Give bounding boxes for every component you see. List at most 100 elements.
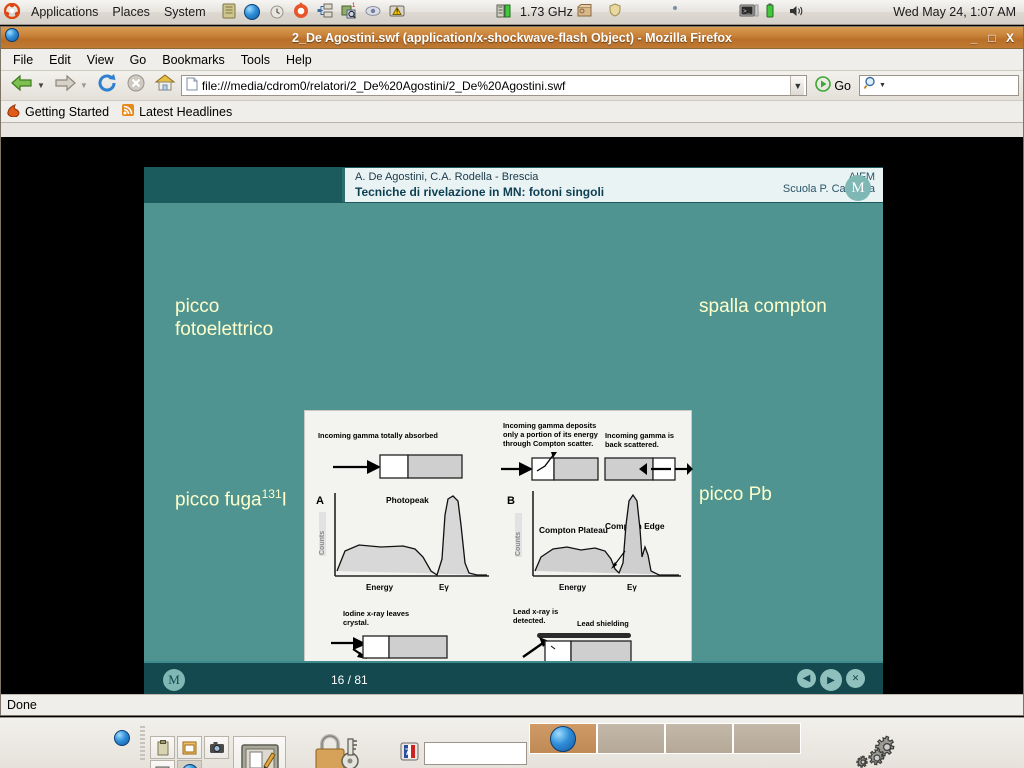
- menu-bookmarks[interactable]: Bookmarks: [154, 51, 233, 69]
- web-browser-icon[interactable]: [243, 2, 266, 22]
- menu-tools[interactable]: Tools: [233, 51, 278, 69]
- label-tail: I: [281, 489, 287, 511]
- menu-go[interactable]: Go: [122, 51, 155, 69]
- url-text[interactable]: file:///media/cdrom0/relatori/2_De%20Ago…: [202, 79, 790, 93]
- search-input[interactable]: ▼: [859, 75, 1019, 96]
- panel-d-caption: Lead x-ray is detected.: [513, 607, 559, 625]
- empty-window-button-3[interactable]: [733, 723, 801, 754]
- window-titlebar[interactable]: 2_De Agostini.swf (application/x-shockwa…: [1, 27, 1023, 49]
- bookmark-getting-started[interactable]: Getting Started: [7, 103, 109, 120]
- battery-icon[interactable]: [763, 2, 785, 22]
- cpu-frequency-label: 1.73 GHz: [520, 5, 573, 19]
- desktop-screen: Applications Places System 1 ! 1.73 GHz …: [0, 0, 1024, 768]
- browser-statusbar: Done: [1, 694, 1023, 715]
- empty-window-button-1[interactable]: [597, 723, 665, 754]
- camera-icon[interactable]: [204, 736, 229, 759]
- panel-handle[interactable]: [140, 726, 145, 760]
- shield-icon[interactable]: [607, 2, 629, 22]
- browser-navigation-toolbar: ▼ ▼ file:///media/cdrom0/relatori/2_De%2…: [1, 71, 1023, 101]
- slide-subject: Tecniche di rivelazione in MN: fotoni si…: [355, 185, 605, 199]
- play-slide-icon[interactable]: ▶: [820, 669, 842, 691]
- panel-b-x-axis-right: Eγ: [627, 583, 637, 592]
- dot-indicator-icon[interactable]: [670, 2, 692, 22]
- home-icon[interactable]: [154, 72, 176, 99]
- update-manager-icon[interactable]: [292, 2, 314, 22]
- menu-places[interactable]: Places: [105, 1, 157, 23]
- menu-applications[interactable]: Applications: [24, 1, 105, 23]
- flash-content-area[interactable]: A. De Agostini, C.A. Rodella - Brescia T…: [1, 137, 1023, 694]
- clock-applet-icon[interactable]: [268, 2, 290, 22]
- panel-c-caption: Iodine x-ray leaves crystal.: [343, 609, 410, 627]
- panel-a-x-axis-left: Energy: [366, 583, 394, 592]
- menu-edit[interactable]: Edit: [41, 51, 79, 69]
- empty-window-button-2[interactable]: [665, 723, 733, 754]
- label-picco-pb: picco Pb: [699, 484, 772, 505]
- firefox-window-button[interactable]: [529, 723, 597, 754]
- notes-applet-small-icon[interactable]: 7: [400, 742, 419, 766]
- bookmark-label: Latest Headlines: [139, 104, 233, 119]
- network-servers-icon[interactable]: [316, 2, 338, 22]
- reload-icon[interactable]: [96, 72, 118, 99]
- window-title: 2_De Agostini.swf (application/x-shockwa…: [292, 30, 732, 45]
- go-button[interactable]: Go: [812, 76, 854, 95]
- presentation-slide: A. De Agostini, C.A. Rodella - Brescia T…: [144, 167, 883, 694]
- ubuntu-logo-icon[interactable]: [3, 2, 21, 22]
- gears-icon[interactable]: [853, 732, 901, 768]
- label-line-2: fotoelettrico: [175, 319, 274, 340]
- status-text: Done: [7, 698, 37, 712]
- forward-arrow-icon[interactable]: [52, 72, 78, 99]
- page-icon: [186, 77, 198, 94]
- slide-header-panel: A. De Agostini, C.A. Rodella - Brescia T…: [342, 168, 883, 202]
- close-button[interactable]: X: [1003, 31, 1017, 45]
- search-icon[interactable]: [863, 75, 879, 96]
- panel-a-caption: Incoming gamma totally absorbed: [318, 431, 438, 440]
- evolution-icon[interactable]: [364, 2, 386, 22]
- svg-text:>_: >_: [743, 8, 751, 15]
- image-viewer-icon[interactable]: [177, 736, 202, 759]
- stop-icon[interactable]: [125, 72, 147, 99]
- firefox-window: 2_De Agostini.swf (application/x-shockwa…: [0, 26, 1024, 716]
- menu-view[interactable]: View: [79, 51, 122, 69]
- search-engine-dropdown-icon[interactable]: ▼: [879, 82, 886, 89]
- back-dropdown-icon[interactable]: ▼: [37, 81, 45, 90]
- url-bar[interactable]: file:///media/cdrom0/relatori/2_De%20Ago…: [180, 75, 808, 96]
- cpu-frequency-icon[interactable]: [495, 2, 517, 22]
- minimize-button[interactable]: _: [967, 31, 981, 45]
- notes-applet-icon[interactable]: [114, 730, 130, 751]
- spectrum-figure: Incoming gamma totally absorbed A Counts…: [304, 410, 693, 694]
- forward-dropdown-icon[interactable]: ▼: [80, 81, 88, 90]
- menu-help[interactable]: Help: [278, 51, 320, 69]
- clock-label[interactable]: Wed May 24, 1:07 AM: [893, 5, 1024, 19]
- notes-icon[interactable]: [220, 2, 242, 22]
- app-text-input[interactable]: [424, 742, 527, 765]
- terminal-icon[interactable]: >_: [739, 2, 761, 22]
- menu-file[interactable]: File: [5, 51, 41, 69]
- bookmark-label: Getting Started: [25, 104, 110, 119]
- browser-icon[interactable]: [177, 760, 202, 768]
- slide-counter: 16 / 81: [331, 673, 368, 687]
- go-arrow-icon: [815, 76, 832, 95]
- volume-icon[interactable]: [787, 2, 809, 22]
- package-manager-icon[interactable]: 1: [340, 2, 362, 22]
- text-editor-icon[interactable]: [233, 736, 286, 768]
- svg-text:!: !: [396, 10, 398, 16]
- go-label: Go: [834, 78, 851, 93]
- back-arrow-icon[interactable]: [9, 72, 35, 99]
- url-dropdown-icon[interactable]: ▼: [790, 76, 805, 95]
- slide-footer: M 16 / 81 ◀ ▶ ✕: [144, 661, 883, 694]
- slide-body: picco fotoelettrico picco fuga131I spall…: [144, 203, 883, 694]
- svg-text:7: 7: [405, 747, 410, 757]
- figure-panel-b: Incoming gamma deposits only a portion o…: [501, 417, 693, 599]
- warning-icon[interactable]: !: [388, 2, 410, 22]
- close-presentation-icon[interactable]: ✕: [846, 669, 865, 688]
- gnome-top-panel: Applications Places System 1 ! 1.73 GHz …: [0, 0, 1024, 25]
- maximize-button[interactable]: □: [985, 31, 999, 45]
- lock-key-icon[interactable]: [308, 731, 364, 768]
- archive-icon[interactable]: [576, 2, 598, 22]
- menu-system[interactable]: System: [157, 1, 213, 23]
- screenshot-icon[interactable]: [150, 760, 175, 768]
- clipboard-icon[interactable]: [150, 736, 175, 759]
- label-picco-fuga: picco fuga131I: [175, 483, 287, 511]
- prev-slide-icon[interactable]: ◀: [797, 669, 816, 688]
- bookmark-latest-headlines[interactable]: Latest Headlines: [121, 103, 232, 120]
